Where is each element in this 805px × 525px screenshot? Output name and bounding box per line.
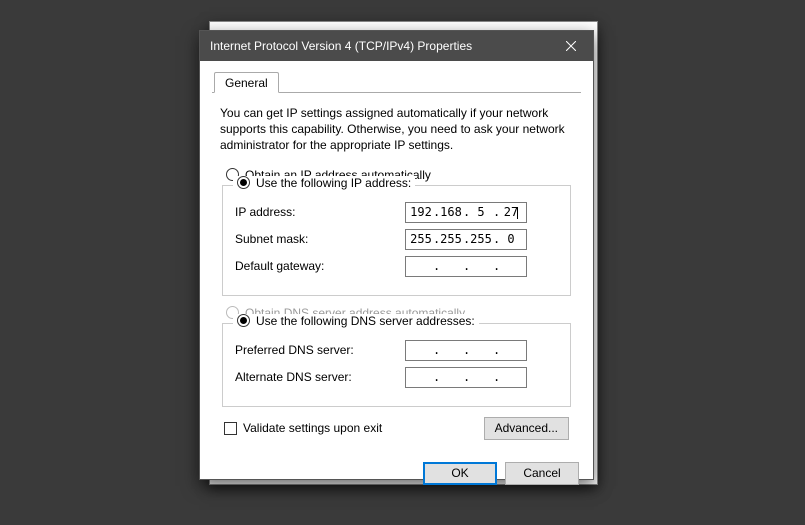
properties-dialog: Internet Protocol Version 4 (TCP/IPv4) P… (199, 30, 594, 480)
cancel-button[interactable]: Cancel (505, 462, 579, 485)
validate-label: Validate settings upon exit (243, 421, 382, 435)
ip-addr-oct2[interactable]: 168 (439, 205, 463, 219)
group-dns: Use the following DNS server addresses: … (222, 323, 571, 407)
mask-oct1[interactable]: 255 (409, 232, 433, 246)
intro-text: You can get IP settings assigned automat… (220, 105, 573, 154)
ip-address-input[interactable]: 192. 168. 5. 27 (405, 202, 527, 223)
client-area: General You can get IP settings assigned… (200, 61, 593, 452)
default-gateway-input[interactable]: . . . (405, 256, 527, 277)
radio-ip-manual[interactable] (237, 176, 250, 189)
alternate-dns-input[interactable]: . . . (405, 367, 527, 388)
ip-addr-oct3[interactable]: 5 (469, 205, 493, 219)
alternate-dns-label: Alternate DNS server: (235, 370, 405, 384)
window-title: Internet Protocol Version 4 (TCP/IPv4) P… (210, 39, 472, 53)
preferred-dns-input[interactable]: . . . (405, 340, 527, 361)
validate-row[interactable]: Validate settings upon exit (224, 421, 382, 435)
dialog-footer: OK Cancel (200, 452, 593, 495)
mask-oct4[interactable]: 0 (499, 232, 523, 246)
mask-oct3[interactable]: 255 (469, 232, 493, 246)
subnet-mask-input[interactable]: 255. 255. 255. 0 (405, 229, 527, 250)
radio-ip-manual-label: Use the following IP address: (256, 176, 411, 190)
preferred-dns-label: Preferred DNS server: (235, 343, 405, 357)
tab-general[interactable]: General (214, 72, 279, 93)
group-ip-legend[interactable]: Use the following IP address: (233, 176, 415, 190)
text-caret (517, 207, 518, 219)
tab-body-general: You can get IP settings assigned automat… (212, 93, 581, 440)
radio-dns-manual-label: Use the following DNS server addresses: (256, 314, 475, 328)
ok-button[interactable]: OK (423, 462, 497, 485)
ip-address-label: IP address: (235, 205, 405, 219)
ip-addr-oct4[interactable]: 27 (499, 205, 523, 219)
close-button[interactable] (548, 31, 593, 61)
close-icon (566, 41, 576, 51)
radio-dns-manual[interactable] (237, 314, 250, 327)
tab-strip: General (212, 71, 581, 93)
group-ip: Use the following IP address: IP address… (222, 185, 571, 296)
titlebar: Internet Protocol Version 4 (TCP/IPv4) P… (200, 31, 593, 61)
group-dns-legend[interactable]: Use the following DNS server addresses: (233, 314, 479, 328)
subnet-mask-label: Subnet mask: (235, 232, 405, 246)
validate-checkbox[interactable] (224, 422, 237, 435)
ip-addr-oct1[interactable]: 192 (409, 205, 433, 219)
advanced-button[interactable]: Advanced... (484, 417, 569, 440)
mask-oct2[interactable]: 255 (439, 232, 463, 246)
default-gateway-label: Default gateway: (235, 259, 405, 273)
